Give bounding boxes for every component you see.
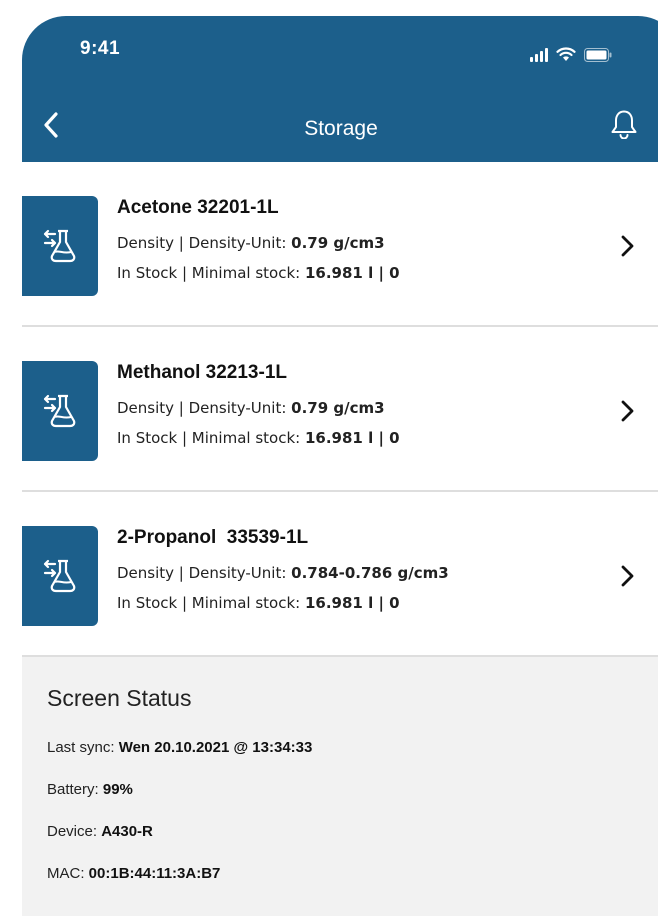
chevron-right-icon — [621, 565, 634, 587]
flask-transfer-icon — [22, 361, 98, 461]
item-title: 2-Propanol 33539-1L — [117, 527, 309, 548]
item-density: Density | Density-Unit: 0.79 g/cm3 — [117, 234, 385, 252]
list-item[interactable]: 2-Propanol 33539-1L Density | Density-Un… — [22, 492, 658, 657]
item-stock: In Stock | Minimal stock: 16.981 l | 0 — [117, 264, 400, 282]
list-item[interactable]: Acetone 32201-1L Density | Density-Unit:… — [22, 162, 658, 327]
notifications-button[interactable] — [608, 108, 640, 140]
device-row: Device: A430-R — [47, 823, 153, 840]
last-sync-row: Last sync: Wen 20.10.2021 @ 13:34:33 — [47, 739, 313, 756]
status-icons — [530, 42, 612, 62]
status-time: 9:41 — [80, 38, 121, 59]
flask-transfer-icon — [22, 196, 98, 296]
chevron-right-icon — [621, 235, 634, 257]
item-density: Density | Density-Unit: 0.784-0.786 g/cm… — [117, 564, 449, 582]
item-stock: In Stock | Minimal stock: 16.981 l | 0 — [117, 594, 400, 612]
item-density: Density | Density-Unit: 0.79 g/cm3 — [117, 399, 385, 417]
phone-screen: 9:41 Storage Acetone 32201-1L Density | … — [22, 16, 658, 916]
signal-icon — [530, 48, 548, 62]
list-item[interactable]: Methanol 32213-1L Density | Density-Unit… — [22, 327, 658, 492]
section-heading: Screen Status — [47, 685, 192, 711]
flask-transfer-icon — [22, 526, 98, 626]
wifi-icon — [556, 47, 576, 62]
bell-icon — [611, 110, 637, 139]
battery-row: Battery: 99% — [47, 781, 133, 798]
chevron-right-icon — [621, 400, 634, 422]
item-title: Methanol 32213-1L — [117, 362, 287, 383]
item-title: Acetone 32201-1L — [117, 197, 279, 218]
app-header: 9:41 Storage — [22, 16, 658, 162]
battery-icon — [584, 48, 612, 62]
screen-status-section: Screen Status Last sync: Wen 20.10.2021 … — [22, 659, 658, 916]
item-stock: In Stock | Minimal stock: 16.981 l | 0 — [117, 429, 400, 447]
page-title: Storage — [304, 117, 378, 140]
storage-list: Acetone 32201-1L Density | Density-Unit:… — [22, 162, 658, 657]
mac-row: MAC: 00:1B:44:11:3A:B7 — [47, 865, 221, 882]
